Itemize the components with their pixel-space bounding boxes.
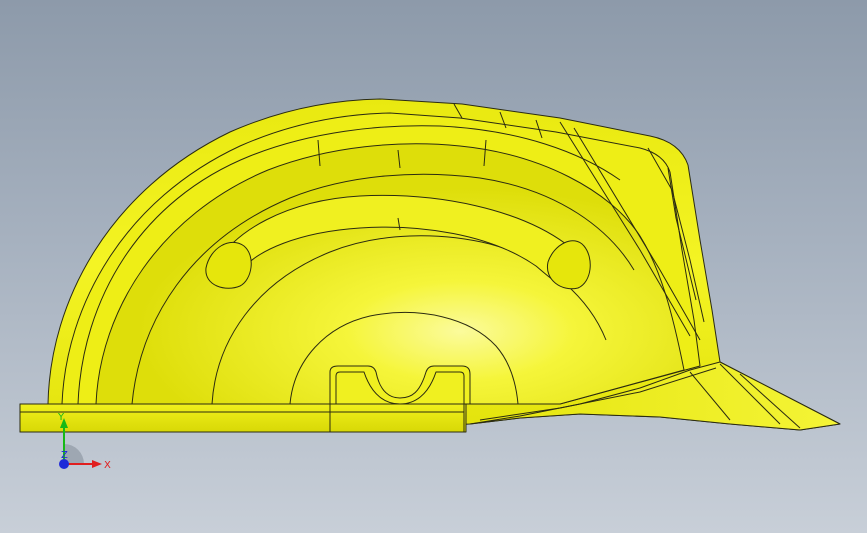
hard-hat-model[interactable]: [0, 0, 867, 533]
coordinate-triad: Y X Z: [57, 412, 111, 471]
y-axis-label: Y: [57, 412, 65, 423]
x-axis-label: X: [104, 460, 111, 471]
graphics-viewport[interactable]: Y X Z: [0, 0, 867, 533]
x-axis-arrow: [92, 460, 102, 468]
z-axis-label: Z: [61, 450, 68, 461]
